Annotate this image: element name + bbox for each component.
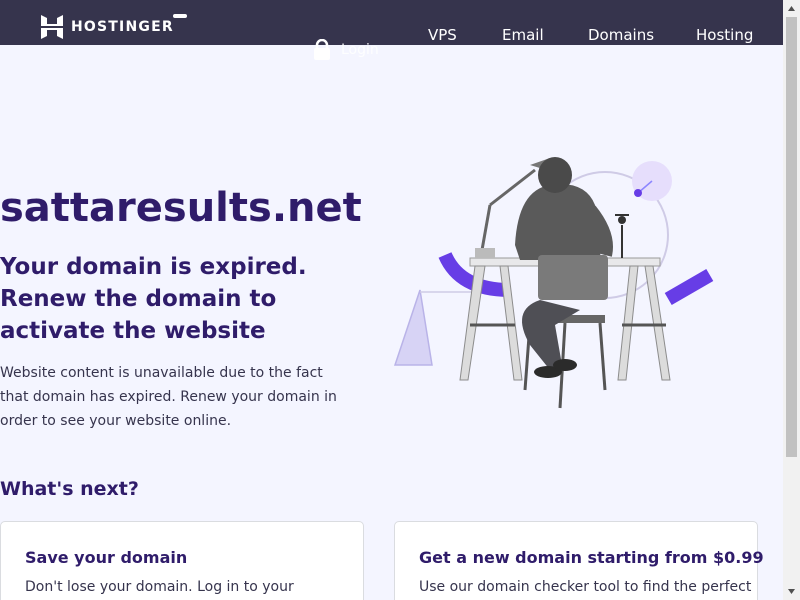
scroll-up-arrow-icon[interactable] [783, 0, 800, 17]
vertical-scrollbar[interactable] [783, 0, 800, 600]
save-domain-card[interactable]: Save your domain Don't lose your domain.… [0, 521, 364, 600]
scrollbar-thumb[interactable] [786, 17, 797, 457]
domain-name-title: sattaresults.net [0, 185, 362, 231]
menu-toggle-icon[interactable] [173, 14, 187, 18]
whats-next-heading: What's next? [0, 478, 139, 500]
card-text: Use our domain checker tool to find the … [419, 579, 752, 595]
person-at-desk-illustration [393, 157, 714, 409]
card-text: Don't lose your domain. Log in to your [25, 579, 294, 595]
nav-item-hosting[interactable]: Hosting [696, 26, 753, 44]
nav-item-domains[interactable]: Domains [588, 26, 654, 44]
card-title: Save your domain [25, 548, 188, 567]
card-title: Get a new domain starting from $0.99 [419, 548, 764, 567]
expired-description: Website content is unavailable due to th… [0, 365, 337, 429]
scroll-down-arrow-icon[interactable] [783, 583, 800, 600]
nav-item-vps[interactable]: VPS [428, 26, 457, 44]
brand-logo[interactable]: HOSTINGER [41, 15, 174, 39]
login-label: Login [341, 42, 379, 58]
brand-name: HOSTINGER [71, 19, 174, 35]
new-domain-card[interactable]: Get a new domain starting from $0.99 Use… [394, 521, 764, 600]
top-header: HOSTINGER VPS Email Domains Hosting [0, 0, 783, 45]
hostinger-logo-icon [41, 15, 63, 39]
expired-headline: Your domain is expired. Renew the domain… [0, 254, 307, 344]
login-button[interactable]: Login [313, 39, 379, 61]
nav-item-email[interactable]: Email [502, 26, 544, 44]
lock-icon [314, 39, 330, 60]
